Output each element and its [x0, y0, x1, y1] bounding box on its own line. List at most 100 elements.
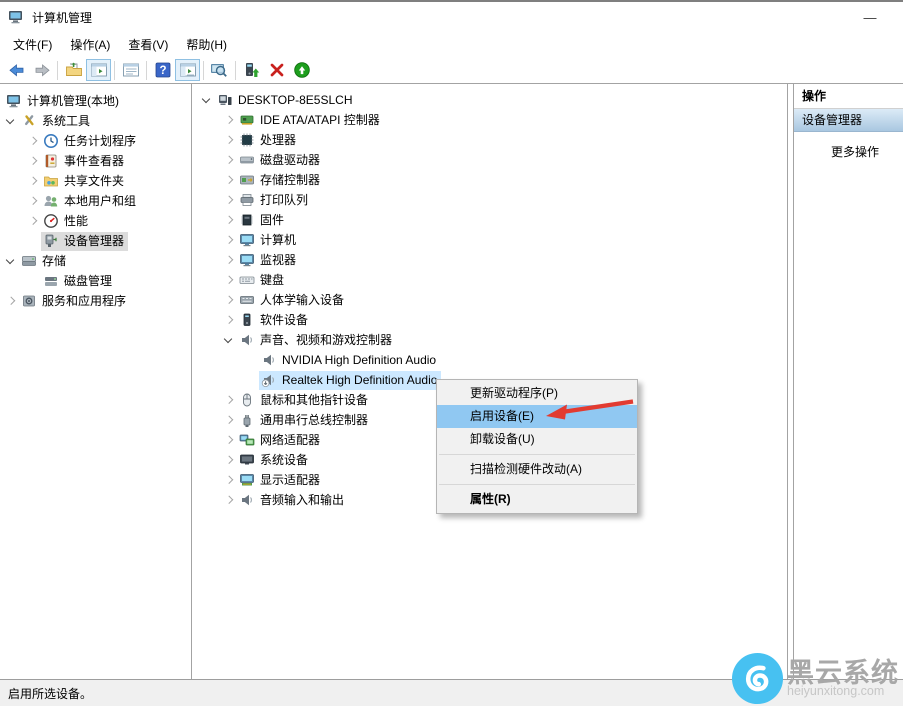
tree-item[interactable]: 磁盘管理	[0, 271, 191, 291]
tree-item-content[interactable]: 服务和应用程序	[19, 292, 130, 311]
expander-collapsed-icon[interactable]	[222, 413, 237, 428]
tree-item[interactable]: 打印队列	[192, 190, 787, 210]
tree-item[interactable]: IDE ATA/ATAPI 控制器	[192, 110, 787, 130]
forward-button[interactable]	[29, 59, 54, 81]
tree-item-content[interactable]: 音频输入和输出	[237, 491, 348, 510]
tree-item[interactable]: 处理器	[192, 130, 787, 150]
tree-item-content[interactable]: 共享文件夹	[41, 172, 128, 191]
tree-item-content[interactable]: 计算机管理(本地)	[4, 92, 123, 111]
expander-collapsed-icon[interactable]	[222, 273, 237, 288]
expander-collapsed-icon[interactable]	[26, 134, 41, 149]
expander-collapsed-icon[interactable]	[222, 453, 237, 468]
actions-section-device-manager[interactable]: 设备管理器	[794, 109, 903, 132]
tree-item-content[interactable]: 任务计划程序	[41, 132, 140, 151]
tree-item-content[interactable]: 显示适配器	[237, 471, 324, 490]
tree-item[interactable]: 存储控制器	[192, 170, 787, 190]
tree-item[interactable]: 性能	[0, 211, 191, 231]
expander-expanded-icon[interactable]	[200, 93, 215, 108]
tree-item-content[interactable]: 系统设备	[237, 451, 312, 470]
tree-item[interactable]: 设备管理器	[0, 231, 191, 251]
expander-collapsed-icon[interactable]	[4, 294, 19, 309]
tree-item[interactable]: 任务计划程序	[0, 131, 191, 151]
context-menu-item[interactable]: 卸载设备(U)	[437, 428, 637, 451]
menu-view[interactable]: 查看(V)	[119, 33, 177, 56]
tree-item-content[interactable]: 磁盘管理	[41, 272, 116, 291]
tree-item[interactable]: 声音、视频和游戏控制器	[192, 330, 787, 350]
uninstall-device-button[interactable]	[264, 59, 289, 81]
expander-expanded-icon[interactable]	[222, 333, 237, 348]
tree-item[interactable]: 键盘	[192, 270, 787, 290]
tree-item-content[interactable]: 打印队列	[237, 191, 312, 210]
tree-item-content[interactable]: 存储控制器	[237, 171, 324, 190]
expander-collapsed-icon[interactable]	[222, 313, 237, 328]
expander-collapsed-icon[interactable]	[222, 113, 237, 128]
help-button[interactable]: ?	[150, 59, 175, 81]
context-menu-item[interactable]: 扫描检测硬件改动(A)	[437, 458, 637, 481]
menu-action[interactable]: 操作(A)	[61, 33, 119, 56]
back-button[interactable]	[4, 59, 29, 81]
expander-collapsed-icon[interactable]	[222, 293, 237, 308]
expander-collapsed-icon[interactable]	[26, 194, 41, 209]
tree-item-content[interactable]: 固件	[237, 211, 288, 230]
tree-item[interactable]: 计算机管理(本地)	[0, 91, 191, 111]
tree-item[interactable]: NVIDIA High Definition Audio	[192, 350, 787, 370]
tree-item-content[interactable]: 性能	[41, 212, 92, 231]
tree-item-content[interactable]: IDE ATA/ATAPI 控制器	[237, 111, 384, 130]
tree-item-content[interactable]: 处理器	[237, 131, 300, 150]
console-tree-toggle-button[interactable]	[86, 59, 111, 81]
tree-item-content[interactable]: 本地用户和组	[41, 192, 140, 211]
tree-item-content[interactable]: 存储	[19, 252, 70, 271]
tree-item-content[interactable]: 系统工具	[19, 112, 94, 131]
tree-item-content[interactable]: 设备管理器	[41, 231, 129, 251]
expander-expanded-icon[interactable]	[4, 114, 19, 129]
tree-item-content[interactable]: 声音、视频和游戏控制器	[237, 331, 396, 350]
show-hide-panel-button[interactable]	[175, 59, 200, 81]
tree-item-content[interactable]: 鼠标和其他指针设备	[237, 391, 372, 410]
menu-help[interactable]: 帮助(H)	[177, 33, 236, 56]
tree-item-content[interactable]: 磁盘驱动器	[237, 151, 324, 170]
menu-file[interactable]: 文件(F)	[4, 33, 61, 56]
minimize-button[interactable]: —	[853, 6, 887, 28]
tree-item[interactable]: 事件查看器	[0, 151, 191, 171]
properties-button[interactable]	[118, 59, 143, 81]
tree-item[interactable]: 人体学输入设备	[192, 290, 787, 310]
expander-collapsed-icon[interactable]	[222, 493, 237, 508]
expander-collapsed-icon[interactable]	[26, 214, 41, 229]
tree-item[interactable]: 服务和应用程序	[0, 291, 191, 311]
expander-collapsed-icon[interactable]	[222, 433, 237, 448]
expander-collapsed-icon[interactable]	[222, 253, 237, 268]
expander-collapsed-icon[interactable]	[222, 173, 237, 188]
tree-item[interactable]: 存储	[0, 251, 191, 271]
expander-collapsed-icon[interactable]	[222, 473, 237, 488]
expander-collapsed-icon[interactable]	[26, 174, 41, 189]
more-actions-button[interactable]: 更多操作	[794, 141, 903, 163]
tree-item[interactable]: 计算机	[192, 230, 787, 250]
tree-item[interactable]: 磁盘驱动器	[192, 150, 787, 170]
tree-item[interactable]: DESKTOP-8E5SLCH	[192, 90, 787, 110]
expander-collapsed-icon[interactable]	[222, 153, 237, 168]
expander-collapsed-icon[interactable]	[222, 393, 237, 408]
tree-item-content[interactable]: NVIDIA High Definition Audio	[259, 351, 440, 370]
update-driver-button[interactable]	[289, 59, 314, 81]
tree-item-content[interactable]: 键盘	[237, 271, 288, 290]
context-menu-item[interactable]: 属性(R)	[437, 488, 637, 511]
expander-collapsed-icon[interactable]	[222, 133, 237, 148]
tree-item[interactable]: 共享文件夹	[0, 171, 191, 191]
tree-item[interactable]: 监视器	[192, 250, 787, 270]
export-list-button[interactable]	[207, 59, 232, 81]
export-folder-button[interactable]	[61, 59, 86, 81]
tree-item-content[interactable]: 监视器	[237, 251, 300, 270]
tree-item-content[interactable]: 人体学输入设备	[237, 291, 348, 310]
tree-item[interactable]: 本地用户和组	[0, 191, 191, 211]
tree-item-content[interactable]: 计算机	[237, 231, 300, 250]
tree-item-content[interactable]: 通用串行总线控制器	[237, 411, 372, 430]
tree-item[interactable]: 固件	[192, 210, 787, 230]
expander-collapsed-icon[interactable]	[222, 213, 237, 228]
expander-expanded-icon[interactable]	[4, 254, 19, 269]
tree-item-content[interactable]: Realtek High Definition Audio	[259, 370, 442, 390]
expander-collapsed-icon[interactable]	[222, 233, 237, 248]
tree-item[interactable]: 软件设备	[192, 310, 787, 330]
tree-item-content[interactable]: 软件设备	[237, 311, 312, 330]
tree-item-content[interactable]: 网络适配器	[237, 431, 324, 450]
tree-item[interactable]: 系统工具	[0, 111, 191, 131]
